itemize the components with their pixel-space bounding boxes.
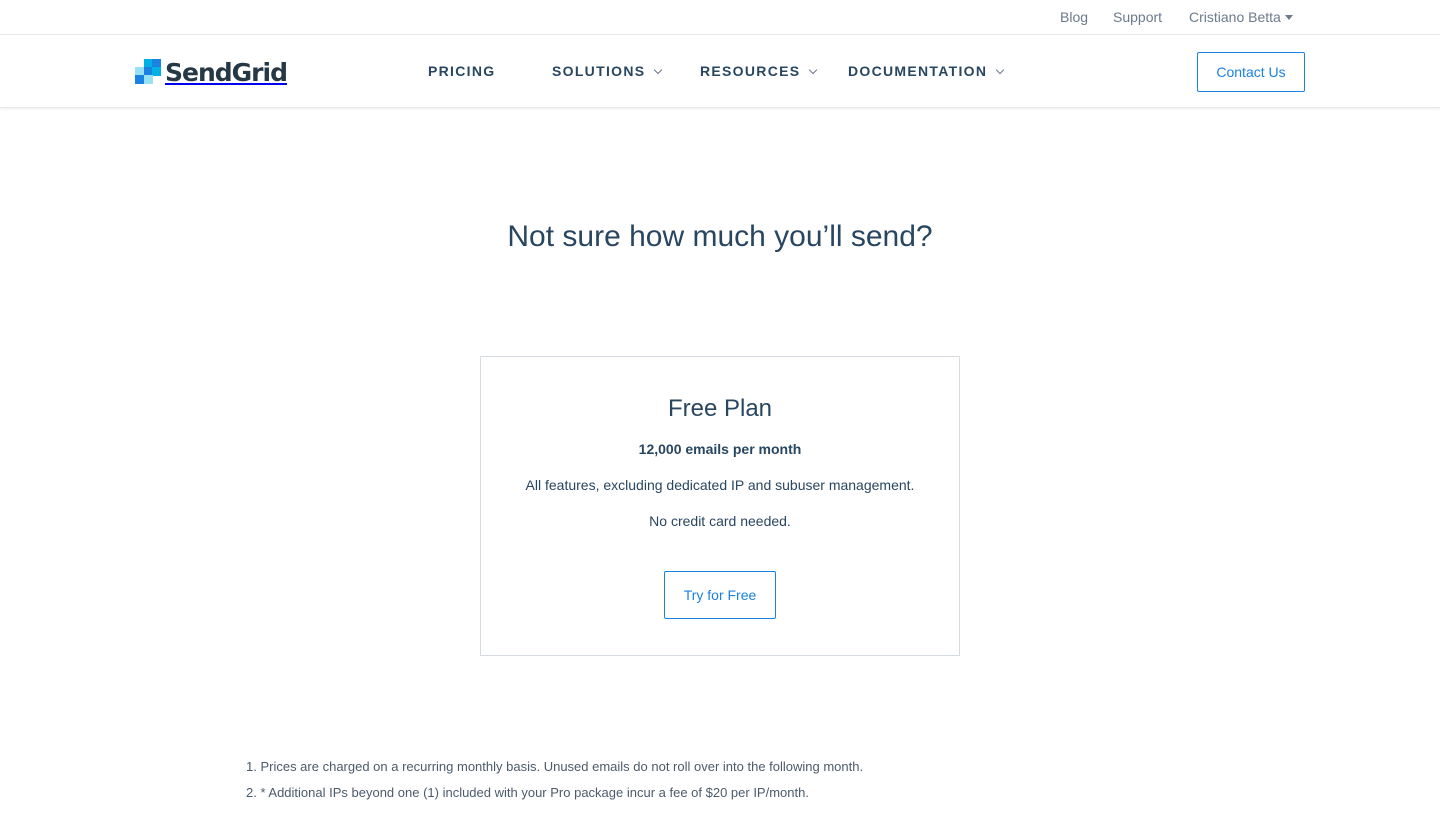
utility-bar: Blog Support Cristiano Betta bbox=[0, 0, 1440, 35]
user-menu[interactable]: Cristiano Betta bbox=[1189, 9, 1293, 25]
nav-documentation[interactable]: DOCUMENTATION bbox=[848, 63, 1005, 79]
nav-pricing[interactable]: PRICING bbox=[428, 63, 495, 79]
sendgrid-logo[interactable]: SendGrid bbox=[135, 57, 288, 87]
nav-solutions[interactable]: SOLUTIONS bbox=[552, 63, 663, 79]
page-headline: Not sure how much you’ll send? bbox=[507, 220, 933, 253]
chevron-down-icon bbox=[996, 65, 1005, 75]
free-plan-card: Free Plan 12,000 emails per month All fe… bbox=[480, 356, 960, 656]
caret-down-icon bbox=[1284, 14, 1293, 20]
user-name: Cristiano Betta bbox=[1189, 9, 1281, 25]
blog-link[interactable]: Blog bbox=[1060, 9, 1088, 25]
plan-note: No credit card needed. bbox=[649, 513, 791, 529]
nav-pricing-label: PRICING bbox=[428, 63, 496, 79]
nav-resources[interactable]: RESOURCES bbox=[700, 63, 818, 79]
footnote-item: 2. * Additional IPs beyond one (1) inclu… bbox=[246, 785, 809, 800]
try-for-free-button[interactable]: Try for Free bbox=[664, 571, 776, 619]
chevron-down-icon bbox=[809, 65, 818, 75]
footnote-item: 1. Prices are charged on a recurring mon… bbox=[246, 759, 864, 774]
plan-email-volume: 12,000 emails per month bbox=[638, 441, 802, 457]
nav-resources-label: RESOURCES bbox=[700, 63, 801, 79]
main-navigation: SendGrid PRICING SOLUTIONS RESOURCES DOC… bbox=[0, 35, 1440, 108]
contact-us-button[interactable]: Contact Us bbox=[1197, 52, 1305, 92]
logo-text: SendGrid bbox=[165, 57, 288, 87]
nav-documentation-label: DOCUMENTATION bbox=[848, 63, 988, 79]
chevron-down-icon bbox=[654, 65, 663, 75]
nav-solutions-label: SOLUTIONS bbox=[552, 63, 646, 79]
plan-features: All features, excluding dedicated IP and… bbox=[525, 477, 915, 493]
support-link[interactable]: Support bbox=[1113, 9, 1162, 25]
plan-title: Free Plan bbox=[667, 395, 773, 422]
footnotes: 1. Prices are charged on a recurring mon… bbox=[246, 758, 1146, 810]
sendgrid-logo-icon bbox=[135, 59, 161, 85]
